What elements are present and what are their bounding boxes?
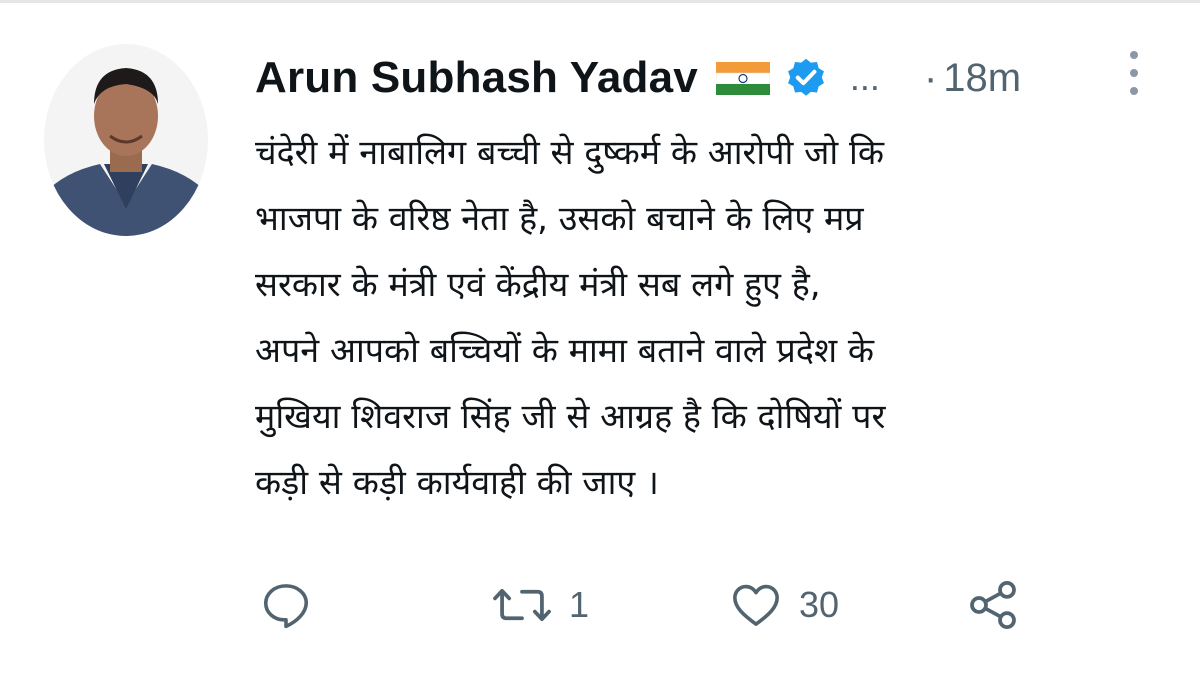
like-count: 30 <box>799 584 840 625</box>
retweet-button[interactable]: 1 <box>491 570 589 640</box>
verified-badge-icon <box>784 56 828 100</box>
avatar[interactable] <box>44 44 208 236</box>
separator-dot: · <box>923 55 938 100</box>
share-button[interactable] <box>965 570 1021 640</box>
tweet-text-line: अपने आपको बच्चियों के मामा बताने वाले प्… <box>255 331 875 371</box>
india-flag-icon <box>715 58 771 98</box>
share-icon <box>965 577 1021 633</box>
top-divider <box>0 0 1200 3</box>
tweet-card[interactable]: Arun Subhash Yadav ... · 18m चंदेरी में न… <box>0 0 1200 675</box>
name-truncation: ... <box>849 57 880 98</box>
reply-button[interactable] <box>259 570 313 640</box>
retweet-icon <box>491 578 553 632</box>
tweet-header: Arun Subhash Yadav ... · 18m <box>255 48 1155 108</box>
heart-icon <box>729 578 783 632</box>
retweet-count: 1 <box>569 584 590 625</box>
tweet-text-line: भाजपा के वरिष्ठ नेता है, उसको बचाने के ल… <box>255 199 864 239</box>
timestamp[interactable]: · 18m <box>924 56 1021 101</box>
author-name[interactable]: Arun Subhash Yadav <box>255 53 698 103</box>
like-button[interactable]: 30 <box>729 570 839 640</box>
tweet-text: चंदेरी में नाबालिग बच्ची से दुष्कर्म के … <box>255 120 1170 516</box>
tweet-text-line: मुखिया शिवराज सिंह जी से आग्रह है कि दोष… <box>255 397 886 437</box>
timestamp-value: 18m <box>943 55 1022 100</box>
more-options-icon[interactable] <box>1124 50 1144 96</box>
tweet-text-line: सरकार के मंत्री एवं केंद्रीय मंत्री सब ल… <box>255 265 821 305</box>
reply-icon <box>259 578 313 632</box>
tweet-text-line: कड़ी से कड़ी कार्यवाही की जाए । <box>255 463 659 503</box>
action-bar: 1 30 <box>255 570 1155 640</box>
tweet-text-line: चंदेरी में नाबालिग बच्ची से दुष्कर्म के … <box>255 133 884 173</box>
